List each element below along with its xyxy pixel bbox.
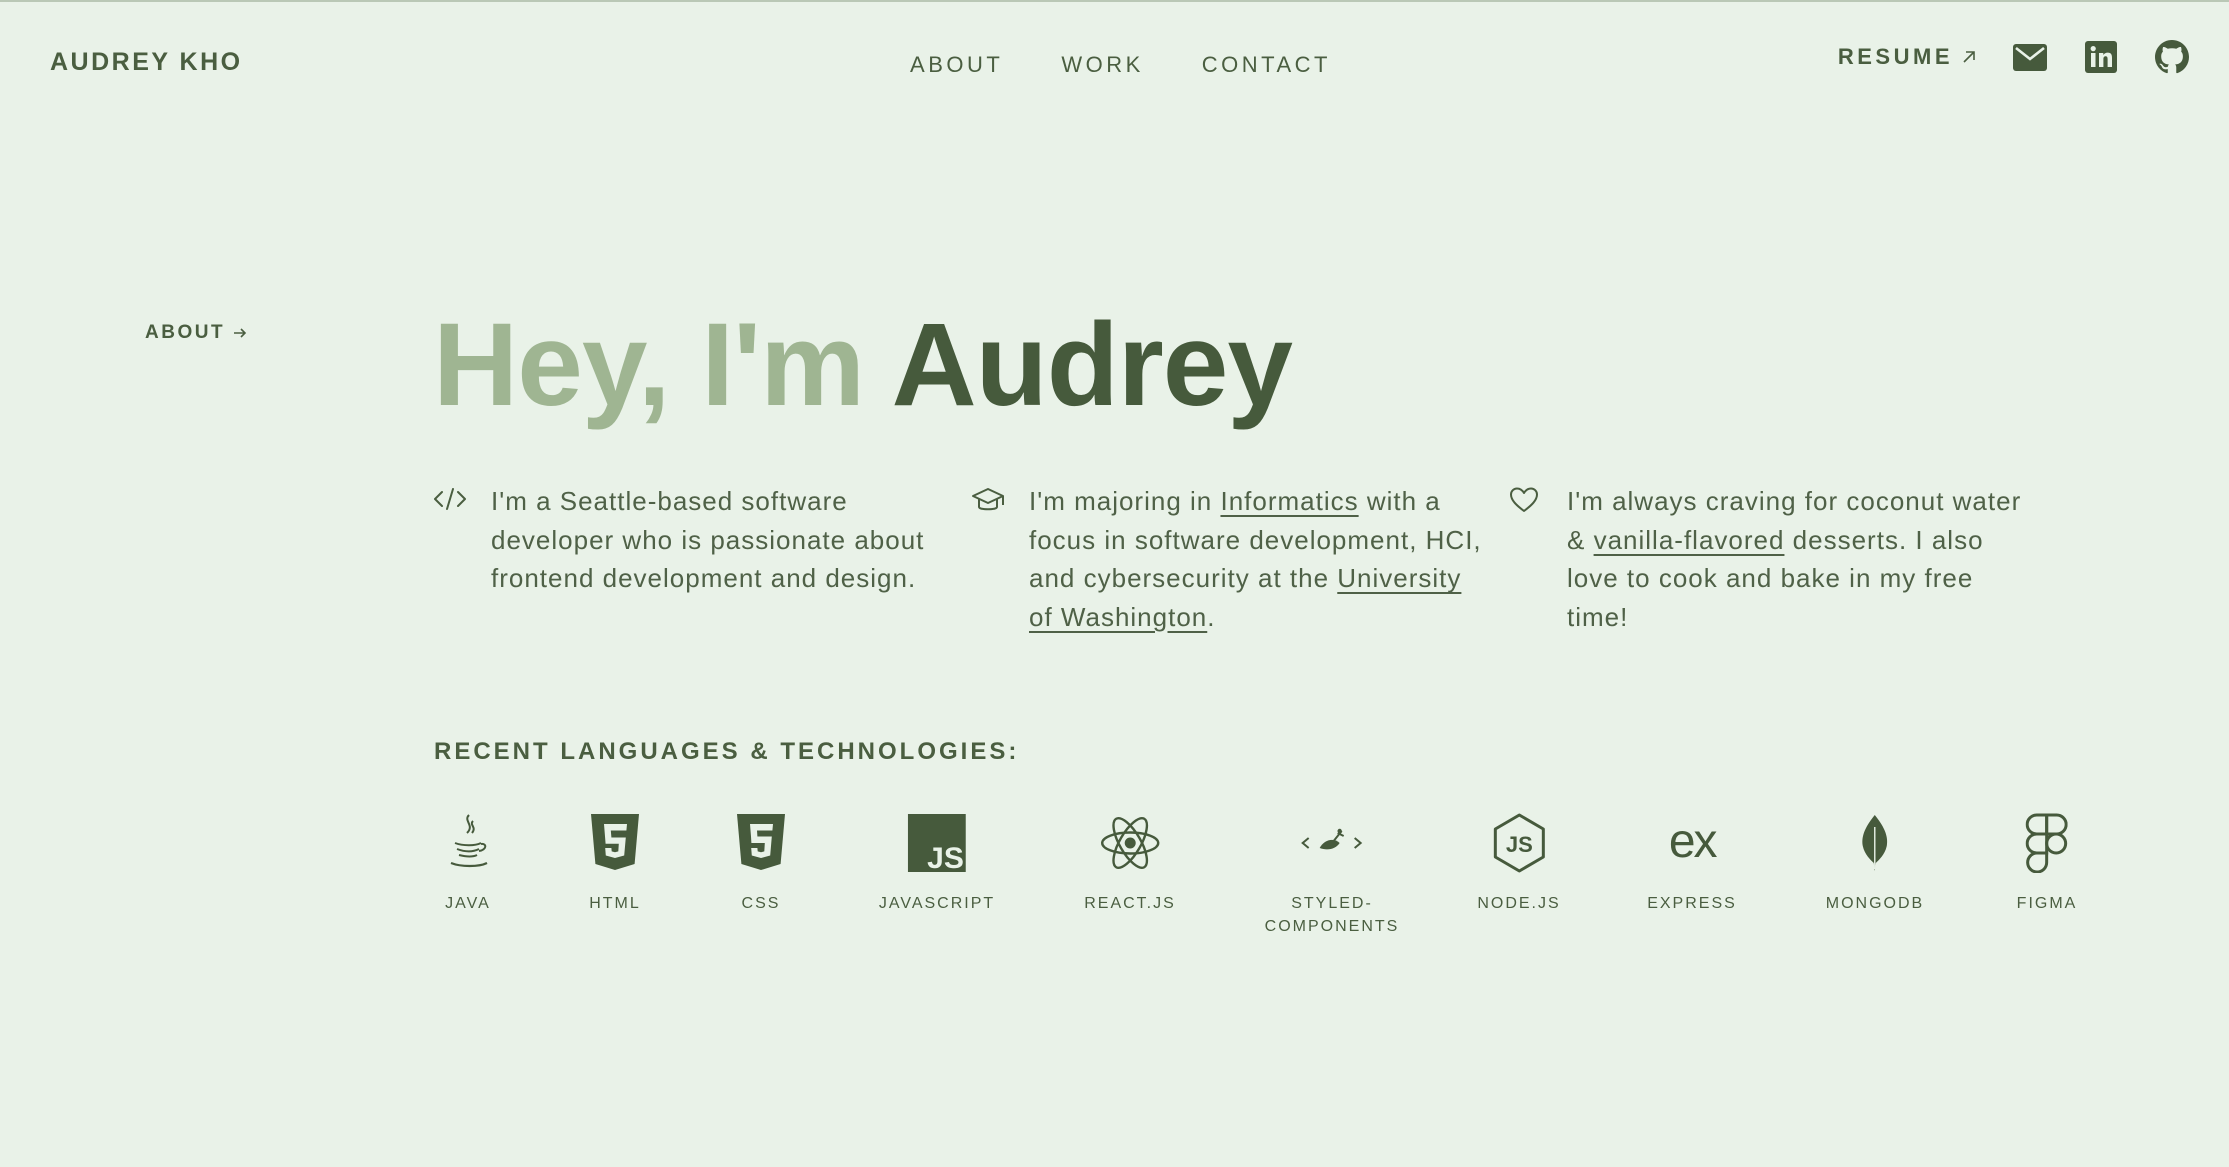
linkedin-icon[interactable] bbox=[2085, 41, 2117, 73]
arrow-up-right-icon bbox=[1963, 51, 1975, 63]
section-label-about[interactable]: ABOUT bbox=[145, 322, 247, 344]
tech-section-title: RECENT LANGUAGES & TECHNOLOGIES: bbox=[434, 738, 1020, 765]
svg-text:JS: JS bbox=[1506, 832, 1533, 857]
figma-icon bbox=[2026, 812, 2068, 874]
intro-text-education: I'm majoring in Informatics with a focus… bbox=[1029, 482, 1484, 636]
tech-item-figma: FIGMA bbox=[2017, 812, 2078, 915]
css3-icon bbox=[735, 812, 787, 874]
nav-contact[interactable]: CONTACT bbox=[1202, 52, 1331, 78]
hero-greeting: Hey, I'm bbox=[433, 299, 865, 431]
java-icon bbox=[445, 812, 491, 874]
nav-work[interactable]: WORK bbox=[1061, 52, 1143, 78]
edu-text-1: I'm majoring in bbox=[1029, 486, 1221, 516]
tech-label: NODE.JS bbox=[1477, 895, 1561, 912]
svg-text:ex: ex bbox=[1669, 821, 1718, 865]
header-actions: RESUME bbox=[1838, 40, 2189, 74]
nav-about[interactable]: ABOUT bbox=[910, 52, 1003, 78]
graduation-cap-icon bbox=[971, 482, 1029, 636]
arrow-right-icon bbox=[234, 328, 247, 338]
tech-label: FIGMA bbox=[2016, 895, 2078, 912]
tech-label: STYLED- COMPONENTS bbox=[1264, 895, 1400, 935]
tech-item-javascript: JS JAVASCRIPT bbox=[879, 812, 995, 915]
social-links bbox=[2013, 40, 2189, 74]
edu-text-3: . bbox=[1207, 601, 1216, 632]
intro-col-hobbies: I'm always craving for coconut water & v… bbox=[1509, 482, 2047, 636]
styled-components-icon bbox=[1300, 812, 1364, 874]
html5-icon bbox=[589, 812, 641, 874]
intro-col-education: I'm majoring in Informatics with a focus… bbox=[971, 482, 1509, 636]
nodejs-icon: JS bbox=[1492, 812, 1546, 874]
tech-label: MONGODB bbox=[1825, 895, 1925, 912]
intro-columns: I'm a Seattle-based software developer w… bbox=[433, 482, 2047, 636]
intro-col-developer: I'm a Seattle-based software developer w… bbox=[433, 482, 971, 636]
intro-text-hobbies: I'm always craving for coconut water & v… bbox=[1567, 482, 2022, 636]
tech-label: EXPRESS bbox=[1647, 895, 1737, 912]
tech-item-react: REACT.JS bbox=[1084, 812, 1176, 915]
vanilla-link[interactable]: vanilla-flavored bbox=[1594, 525, 1785, 555]
tech-item-mongodb: MONGODB bbox=[1826, 812, 1924, 915]
code-icon bbox=[433, 482, 491, 636]
hero-heading: Hey, I'm Audrey bbox=[433, 299, 1293, 431]
informatics-link[interactable]: Informatics bbox=[1220, 486, 1358, 516]
heart-icon bbox=[1509, 482, 1567, 636]
hero-name: Audrey bbox=[891, 299, 1293, 431]
resume-label: RESUME bbox=[1837, 44, 1953, 69]
react-icon bbox=[1099, 812, 1161, 874]
resume-link[interactable]: RESUME bbox=[1838, 44, 1977, 70]
tech-item-html: HTML bbox=[589, 812, 641, 915]
tech-label: REACT.JS bbox=[1084, 895, 1176, 912]
tech-item-express: ex EXPRESS bbox=[1647, 812, 1737, 915]
mongodb-leaf-icon bbox=[1859, 812, 1891, 874]
top-border bbox=[0, 0, 2229, 2]
tech-label: JAVASCRIPT bbox=[878, 895, 996, 912]
tech-label: JAVA bbox=[445, 895, 491, 912]
tech-item-styled-components: STYLED- COMPONENTS bbox=[1265, 812, 1400, 938]
javascript-icon: JS bbox=[908, 812, 966, 874]
github-icon[interactable] bbox=[2155, 40, 2189, 74]
svg-text:JS: JS bbox=[927, 842, 964, 872]
intro-text-developer: I'm a Seattle-based software developer w… bbox=[491, 486, 925, 593]
tech-item-java: JAVA bbox=[445, 812, 491, 915]
tech-item-nodejs: JS NODE.JS bbox=[1477, 812, 1560, 915]
tech-label: CSS bbox=[741, 895, 781, 912]
section-label-text: ABOUT bbox=[145, 322, 226, 343]
tech-label: HTML bbox=[589, 895, 641, 912]
mail-icon[interactable] bbox=[2013, 43, 2047, 71]
express-icon: ex bbox=[1661, 812, 1723, 874]
tech-item-css: CSS bbox=[735, 812, 787, 915]
